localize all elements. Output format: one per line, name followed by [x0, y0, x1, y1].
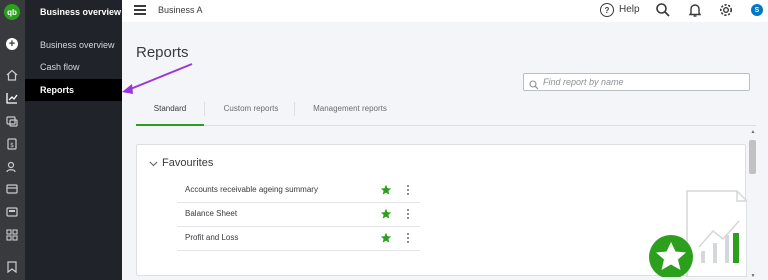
report-tabs: Standard Custom reports Management repor… — [136, 96, 756, 126]
expenses-icon[interactable] — [5, 114, 19, 128]
top-bar: Business A ? Help S — [122, 0, 768, 22]
icon-rail: qb + $ — [0, 0, 25, 280]
chevron-down-icon[interactable] — [149, 159, 158, 168]
nav-item-cash-flow[interactable]: Cash flow — [25, 56, 122, 78]
chart-icon[interactable] — [5, 91, 19, 105]
menu-icon[interactable] — [134, 5, 146, 15]
help-icon[interactable]: ? — [600, 3, 614, 17]
bell-icon[interactable] — [687, 2, 703, 18]
tab-management-reports[interactable]: Management reports — [300, 96, 400, 126]
star-icon[interactable] — [380, 184, 392, 196]
star-icon[interactable] — [380, 232, 392, 244]
search-field-icon — [529, 77, 539, 90]
scroll-down-arrow-icon[interactable]: ▼ — [749, 272, 757, 280]
customers-icon[interactable] — [5, 160, 19, 174]
nav-item-business-overview[interactable]: Business overview — [25, 34, 122, 56]
report-link[interactable]: Accounts receivable ageing summary — [185, 185, 318, 194]
gear-icon[interactable] — [718, 2, 734, 18]
scroll-up-arrow-icon[interactable]: ▲ — [749, 128, 757, 136]
quickbooks-logo[interactable]: qb — [4, 4, 20, 20]
favourite-report-illustration — [645, 185, 747, 277]
create-button[interactable]: + — [6, 38, 18, 50]
home-icon[interactable] — [5, 68, 19, 82]
bookmark-icon[interactable] — [5, 260, 19, 274]
more-options-icon[interactable] — [405, 231, 411, 245]
favourites-header[interactable]: Favourites — [149, 157, 213, 169]
list-item: Balance Sheet — [177, 203, 420, 227]
page-title: Reports — [136, 44, 189, 61]
more-options-icon[interactable] — [405, 183, 411, 197]
favourites-card: Favourites Accounts receivable ageing su… — [136, 144, 747, 277]
tab-divider — [294, 102, 295, 116]
avatar[interactable]: S — [751, 4, 763, 16]
report-link[interactable]: Profit and Loss — [185, 233, 238, 242]
search-icon[interactable] — [655, 2, 671, 18]
list-item: Profit and Loss — [177, 227, 420, 251]
scrollbar-thumb[interactable] — [749, 140, 756, 174]
nav-title: Business overview — [40, 7, 122, 17]
svg-text:$: $ — [10, 142, 14, 149]
projects-icon[interactable] — [5, 205, 19, 219]
tab-standard[interactable]: Standard — [136, 96, 204, 126]
company-name: Business A — [158, 5, 203, 15]
star-icon[interactable] — [380, 208, 392, 220]
more-options-icon[interactable] — [405, 207, 411, 221]
cash-icon[interactable] — [5, 182, 19, 196]
nav-item-reports[interactable]: Reports — [25, 79, 122, 101]
tab-divider — [204, 102, 205, 116]
favourites-title: Favourites — [162, 157, 214, 169]
apps-icon[interactable] — [5, 228, 19, 242]
search-input[interactable] — [543, 75, 743, 89]
help-link[interactable]: Help — [619, 4, 640, 15]
report-link[interactable]: Balance Sheet — [185, 209, 237, 218]
list-item: Accounts receivable ageing summary — [177, 179, 420, 203]
side-nav: Business overview Business overview Cash… — [25, 0, 122, 280]
sales-icon[interactable]: $ — [5, 137, 19, 151]
report-search[interactable] — [523, 73, 750, 91]
tab-custom-reports[interactable]: Custom reports — [208, 96, 294, 126]
